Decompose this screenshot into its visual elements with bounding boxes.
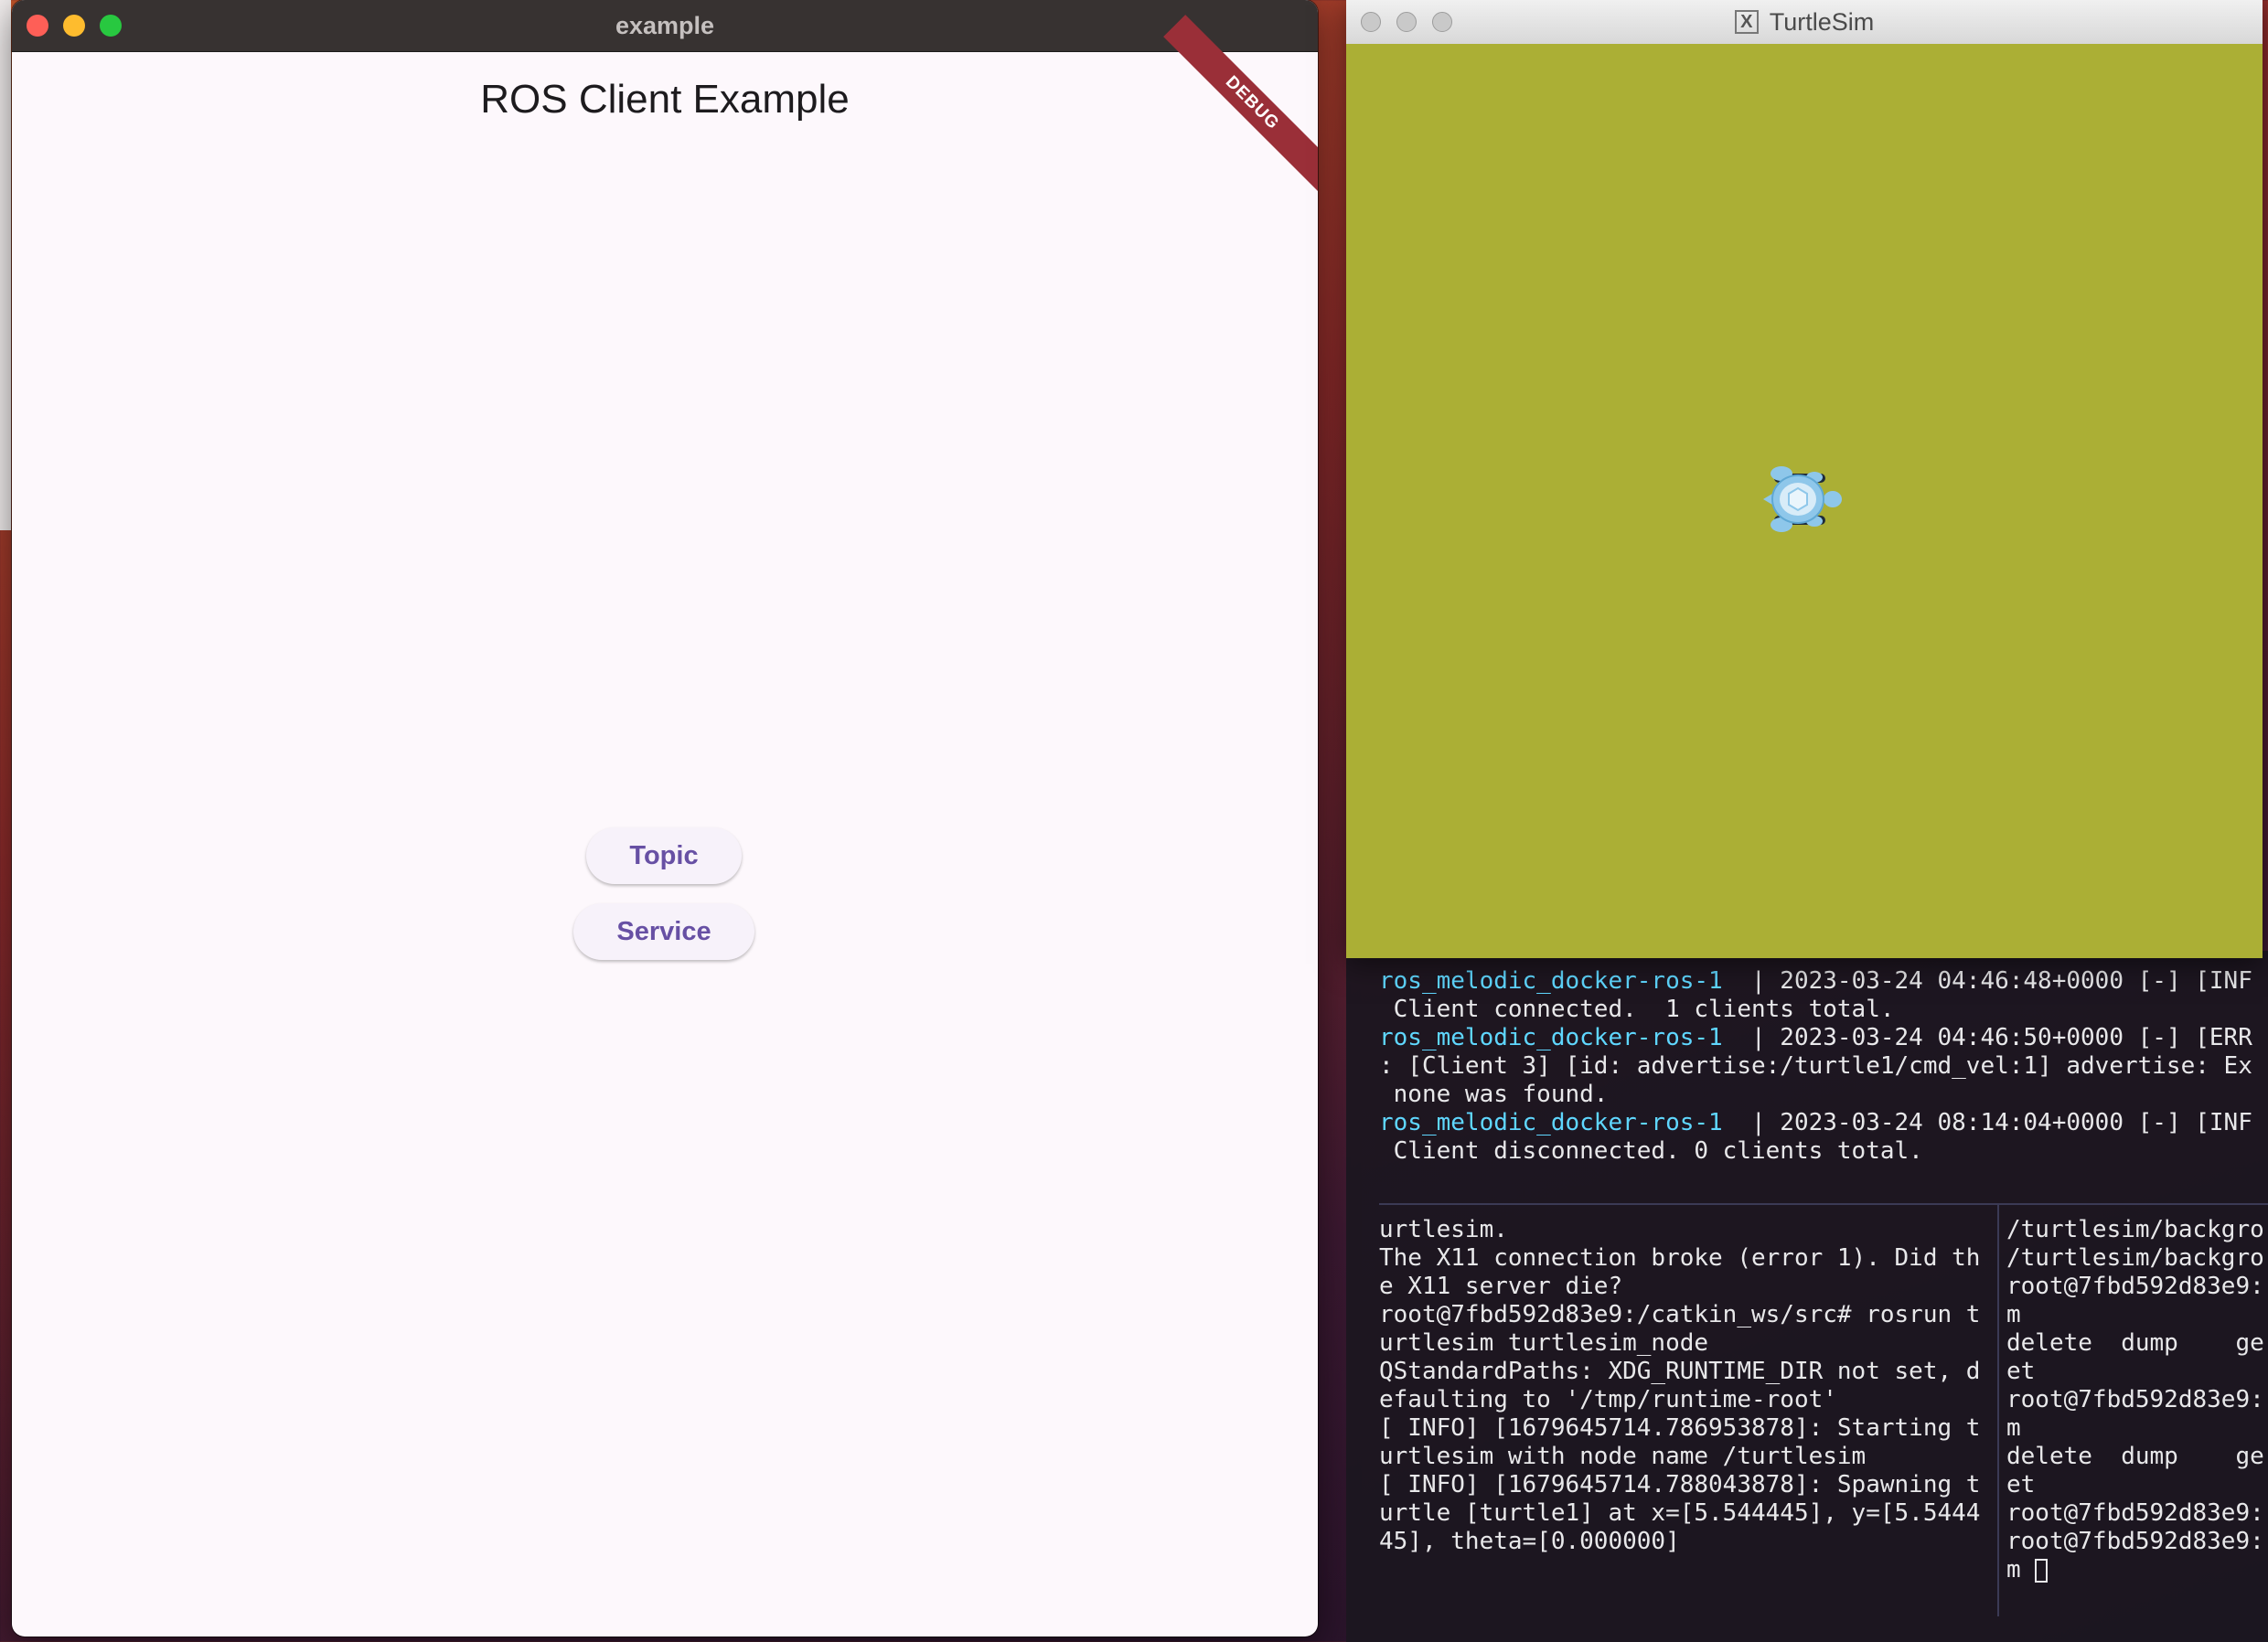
terminal-line: e X11 server die? [1379,1273,1623,1300]
example-titlebar[interactable]: example [12,0,1318,52]
terminal-cursor [2035,1558,2049,1583]
terminal-line: /turtlesim/backgro [2006,1216,2264,1243]
terminal-window[interactable]: ros_melodic_docker-ros-1 | 2023-03-24 04… [1346,951,2268,1642]
pane-divider-horizontal[interactable] [1379,1203,2268,1205]
background-window-edge [0,0,11,530]
log-line: Client connected. 1 clients total. [1379,996,1895,1023]
terminal-line: urtlesim turtlesim_node [1379,1329,1709,1357]
pane-divider-vertical[interactable] [1997,1205,1999,1616]
terminal-line: root@7fbd592d83e9: [2006,1386,2264,1413]
example-window: example ROS Client Example DEBUG Topic S… [12,0,1318,1637]
terminal-line: et [2006,1471,2036,1498]
window-title: TurtleSim [1769,7,1875,36]
terminal-line: efaulting to '/tmp/runtime-root' [1379,1386,1837,1413]
log-line: ros_melodic_docker-ros-1 | 2023-03-24 04… [1379,967,2252,995]
log-line: : [Client 3] [id: advertise:/turtle1/cmd… [1379,1052,2252,1080]
terminal-line: root@7fbd592d83e9:/catkin_ws/src# rosrun… [1379,1301,1981,1328]
log-line: Client disconnected. 0 clients total. [1379,1137,1923,1165]
terminal-line: et [2006,1358,2036,1385]
topic-button[interactable]: Topic [586,827,742,884]
turtlesim-window: X TurtleSim [1346,0,2263,958]
x11-app-icon: X [1734,10,1759,34]
log-line: ros_melodic_docker-ros-1 | 2023-03-24 04… [1379,1024,2252,1051]
terminal-line: m [2006,1301,2021,1328]
terminal-line: delete dump ge [2006,1443,2264,1470]
terminal-line: /turtlesim/backgro [2006,1244,2264,1272]
terminal-line: root@7fbd592d83e9: [2006,1528,2264,1555]
terminal-line: QStandardPaths: XDG_RUNTIME_DIR not set,… [1379,1358,1981,1385]
window-title: example [615,12,715,39]
terminal-line: 45], theta=[0.000000] [1379,1528,1680,1555]
terminal-line: [ INFO] [1679645714.786953878]: Starting… [1379,1414,1981,1442]
terminal-line: root@7fbd592d83e9: [2006,1273,2264,1300]
service-button[interactable]: Service [573,903,754,960]
turtlesim-titlebar[interactable]: X TurtleSim [1346,0,2263,45]
terminal-line: delete dump ge [2006,1329,2264,1357]
terminal-line: [ INFO] [1679645714.788043878]: Spawning… [1379,1471,1981,1498]
terminal-line: m [2006,1414,2021,1442]
log-line: ros_melodic_docker-ros-1 | 2023-03-24 08… [1379,1109,2252,1136]
terminal-prompt-line: m [2006,1556,2268,1584]
turtle-icon [1763,466,1842,532]
terminal-pane-left[interactable]: urtlesim. The X11 connection broke (erro… [1379,1216,1994,1556]
terminal-line: The X11 connection broke (error 1). Did … [1379,1244,1981,1272]
app-bar-title: ROS Client Example [480,77,850,122]
terminal-line: urtlesim with node name /turtlesim [1379,1443,1867,1470]
terminal-line: urtlesim. [1379,1216,1508,1243]
turtlesim-canvas[interactable] [1346,44,2263,958]
log-line: none was found. [1379,1081,1609,1108]
terminal-line: urtle [turtle1] at x=[5.544445], y=[5.54… [1379,1499,1981,1527]
terminal-pane-right[interactable]: /turtlesim/backgro /turtlesim/backgro ro… [2006,1216,2268,1584]
terminal-line: root@7fbd592d83e9: [2006,1499,2264,1527]
